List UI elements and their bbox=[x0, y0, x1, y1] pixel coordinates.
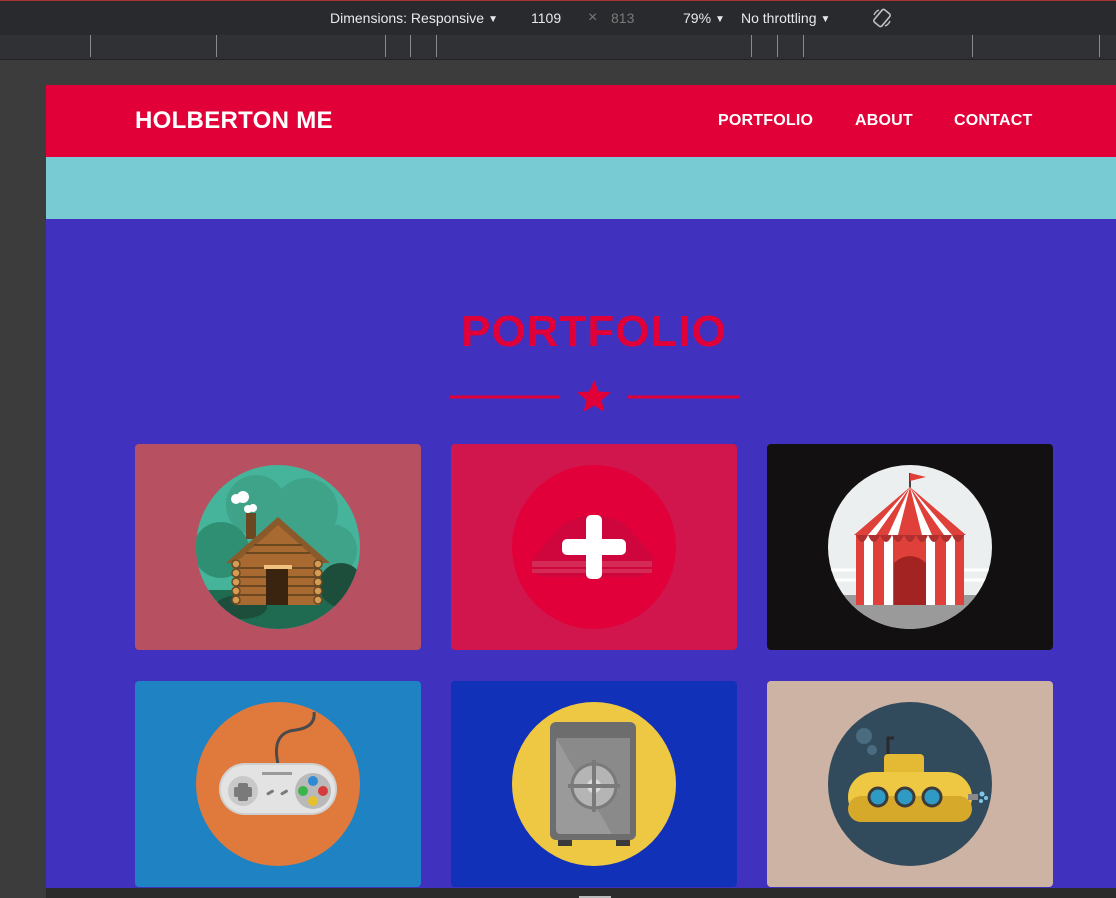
site-header: HOLBERTON ME PORTFOLIO ABOUT CONTACT bbox=[46, 85, 1116, 157]
star-icon bbox=[577, 380, 611, 411]
page-viewport: HOLBERTON ME PORTFOLIO ABOUT CONTACT POR… bbox=[46, 85, 1116, 888]
dimensions-label: Dimensions: Responsive bbox=[330, 10, 485, 26]
chevron-down-icon: ▼ bbox=[488, 14, 498, 25]
zoom-dropdown[interactable]: 79% ▼ bbox=[683, 10, 725, 26]
circus-tent-icon bbox=[828, 465, 992, 629]
chevron-down-icon: ▼ bbox=[715, 14, 725, 25]
section-title: PORTFOLIO bbox=[461, 307, 727, 356]
height-input[interactable]: 813 bbox=[611, 10, 634, 26]
dimensions-dropdown[interactable]: Dimensions: Responsive ▼ bbox=[330, 10, 498, 26]
nav-portfolio-link[interactable]: PORTFOLIO bbox=[718, 112, 813, 130]
portfolio-card[interactable] bbox=[767, 444, 1053, 650]
rotate-icon[interactable] bbox=[871, 7, 893, 32]
hero-band bbox=[46, 157, 1116, 219]
nav-about-link[interactable]: ABOUT bbox=[855, 112, 913, 130]
portfolio-card[interactable] bbox=[135, 444, 421, 650]
devtools-toolbar: Dimensions: Responsive ▼ 1109 × 813 79% ▼ … bbox=[0, 0, 1116, 35]
star-divider bbox=[450, 380, 740, 411]
viewport-gutter bbox=[0, 60, 46, 898]
portfolio-card[interactable] bbox=[767, 681, 1053, 887]
media-query-ruler bbox=[0, 35, 1116, 60]
times-symbol: × bbox=[588, 9, 598, 26]
submarine-icon bbox=[828, 702, 992, 866]
viewport-resize-bar[interactable] bbox=[46, 888, 1116, 898]
portfolio-card[interactable] bbox=[451, 444, 737, 650]
throttling-dropdown[interactable]: No throttling ▼ bbox=[741, 10, 830, 26]
safe-icon bbox=[512, 702, 676, 866]
portfolio-card[interactable] bbox=[451, 681, 737, 887]
plus-icon bbox=[512, 465, 676, 629]
zoom-label: 79% bbox=[683, 10, 712, 26]
site-brand[interactable]: HOLBERTON ME bbox=[135, 107, 333, 135]
log-cabin-icon bbox=[196, 465, 360, 629]
throttling-label: No throttling bbox=[741, 10, 817, 26]
chevron-down-icon: ▼ bbox=[820, 14, 831, 25]
gamepad-icon bbox=[196, 702, 360, 866]
nav-contact-link[interactable]: CONTACT bbox=[954, 112, 1032, 130]
portfolio-card[interactable] bbox=[135, 681, 421, 887]
width-input[interactable]: 1109 bbox=[531, 10, 561, 26]
